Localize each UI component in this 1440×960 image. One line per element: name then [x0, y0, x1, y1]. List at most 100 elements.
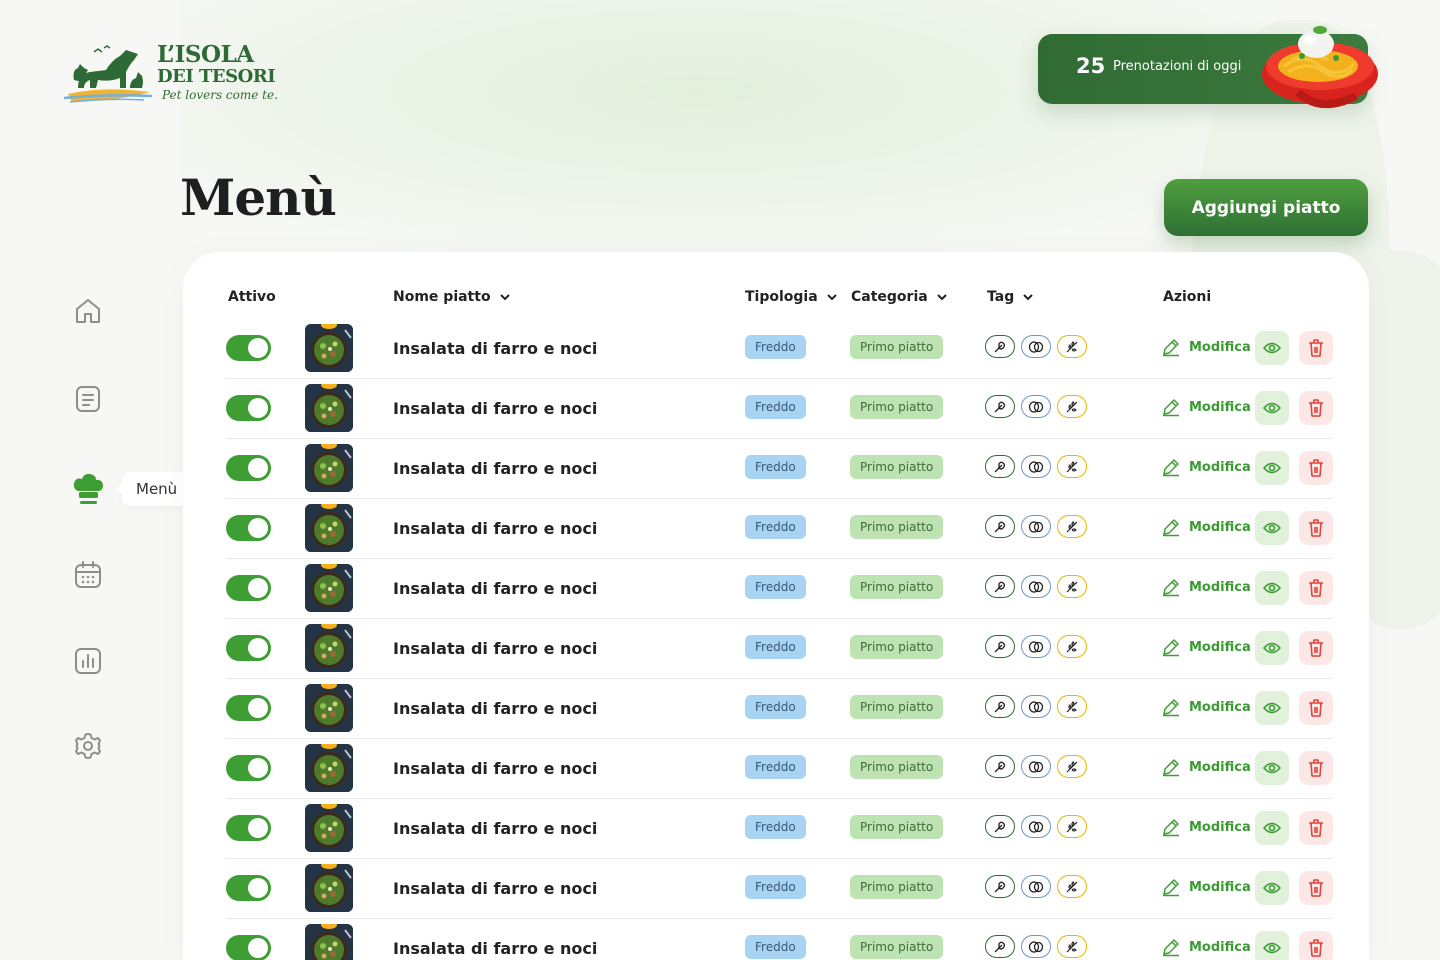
edit-button[interactable]: Modifica	[1161, 697, 1251, 717]
sidebar-tooltip-menu: Menù	[115, 472, 190, 506]
sidebar-item-home[interactable]	[70, 293, 106, 329]
wheat-icon	[1066, 940, 1078, 952]
edit-label: Modifica	[1189, 699, 1251, 715]
delete-button[interactable]	[1299, 691, 1333, 725]
toggle-knob	[248, 938, 268, 958]
edit-button[interactable]: Modifica	[1161, 337, 1251, 357]
delete-button[interactable]	[1299, 811, 1333, 845]
toggle-knob	[248, 878, 268, 898]
toggle-knob	[248, 818, 268, 838]
brand-logo[interactable]: L’ISOLA DEI TESORI Pet lovers come te.	[64, 42, 284, 106]
column-header-name[interactable]: Nome piatto	[393, 289, 511, 305]
trash-icon	[1309, 579, 1323, 597]
active-toggle[interactable]	[226, 935, 271, 960]
active-toggle[interactable]	[226, 455, 271, 481]
active-toggle[interactable]	[226, 815, 271, 841]
edit-button[interactable]: Modifica	[1161, 577, 1251, 597]
dish-name: Insalata di farro e noci	[393, 819, 598, 838]
sidebar-item-calendar[interactable]	[70, 557, 106, 593]
tag-vegetable	[985, 815, 1015, 838]
table-row: Insalata di farro e noci Freddo Primo pi…	[226, 859, 1333, 919]
view-button[interactable]	[1255, 931, 1289, 960]
active-toggle[interactable]	[226, 695, 271, 721]
egg-icon	[1028, 880, 1044, 893]
edit-button[interactable]: Modifica	[1161, 757, 1251, 777]
active-toggle[interactable]	[226, 575, 271, 601]
header-label: Tag	[987, 289, 1015, 305]
edit-button[interactable]: Modifica	[1161, 397, 1251, 417]
edit-button[interactable]: Modifica	[1161, 637, 1251, 657]
sidebar-item-menu[interactable]	[70, 470, 106, 506]
eye-icon	[1263, 642, 1281, 654]
sidebar-item-documents[interactable]	[70, 381, 106, 417]
view-button[interactable]	[1255, 451, 1289, 485]
table-row: Insalata di farro e noci Freddo Primo pi…	[226, 319, 1333, 379]
dish-name: Insalata di farro e noci	[393, 399, 598, 418]
column-header-category[interactable]: Categoria	[851, 289, 948, 305]
vegetable-icon	[994, 881, 1006, 892]
tag-egg	[1021, 695, 1051, 718]
edit-button[interactable]: Modifica	[1161, 937, 1251, 957]
trash-icon	[1309, 759, 1323, 777]
edit-button[interactable]: Modifica	[1161, 457, 1251, 477]
delete-button[interactable]	[1299, 511, 1333, 545]
add-dish-button[interactable]: Aggiungi piatto	[1164, 179, 1368, 236]
header-label: Tipologia	[745, 289, 818, 305]
type-badge: Freddo	[745, 755, 806, 779]
delete-button[interactable]	[1299, 751, 1333, 785]
active-toggle[interactable]	[226, 875, 271, 901]
dish-name: Insalata di farro e noci	[393, 879, 598, 898]
edit-button[interactable]: Modifica	[1161, 817, 1251, 837]
pencil-icon	[1163, 879, 1179, 897]
sidebar-item-settings[interactable]	[70, 728, 106, 764]
dish-thumbnail	[305, 744, 353, 792]
category-badge: Primo piatto	[850, 695, 944, 719]
delete-button[interactable]	[1299, 631, 1333, 665]
delete-button[interactable]	[1299, 871, 1333, 905]
column-header-type[interactable]: Tipologia	[745, 289, 838, 305]
delete-button[interactable]	[1299, 391, 1333, 425]
edit-label: Modifica	[1189, 819, 1251, 835]
view-button[interactable]	[1255, 391, 1289, 425]
delete-button[interactable]	[1299, 451, 1333, 485]
wheat-icon	[1066, 760, 1078, 772]
view-button[interactable]	[1255, 511, 1289, 545]
settings-icon	[75, 733, 101, 759]
trash-icon	[1309, 879, 1323, 897]
pasta-bowl-icon	[1262, 26, 1378, 109]
edit-button[interactable]: Modifica	[1161, 877, 1251, 897]
delete-button[interactable]	[1299, 331, 1333, 365]
pencil-icon	[1163, 579, 1179, 597]
edit-button[interactable]: Modifica	[1161, 517, 1251, 537]
active-toggle[interactable]	[226, 335, 271, 361]
table-row: Insalata di farro e noci Freddo Primo pi…	[226, 739, 1333, 799]
view-button[interactable]	[1255, 571, 1289, 605]
sidebar-item-statistics[interactable]	[70, 643, 106, 679]
egg-icon	[1028, 400, 1044, 413]
column-header-tag[interactable]: Tag	[987, 289, 1034, 305]
view-button[interactable]	[1255, 871, 1289, 905]
edit-label: Modifica	[1189, 339, 1251, 355]
edit-label: Modifica	[1189, 639, 1251, 655]
active-toggle[interactable]	[226, 635, 271, 661]
edit-label: Modifica	[1189, 459, 1251, 475]
tag-gluten	[1057, 635, 1087, 658]
view-button[interactable]	[1255, 691, 1289, 725]
dish-thumbnail	[305, 324, 353, 372]
tag-vegetable	[985, 515, 1015, 538]
tag-vegetable	[985, 575, 1015, 598]
egg-icon	[1028, 580, 1044, 593]
table-row: Insalata di farro e noci Freddo Primo pi…	[226, 679, 1333, 739]
active-toggle[interactable]	[226, 755, 271, 781]
tag-egg	[1021, 875, 1051, 898]
view-button[interactable]	[1255, 331, 1289, 365]
view-button[interactable]	[1255, 631, 1289, 665]
tag-gluten	[1057, 815, 1087, 838]
eye-icon	[1263, 882, 1281, 894]
view-button[interactable]	[1255, 751, 1289, 785]
active-toggle[interactable]	[226, 395, 271, 421]
active-toggle[interactable]	[226, 515, 271, 541]
delete-button[interactable]	[1299, 571, 1333, 605]
delete-button[interactable]	[1299, 931, 1333, 960]
view-button[interactable]	[1255, 811, 1289, 845]
